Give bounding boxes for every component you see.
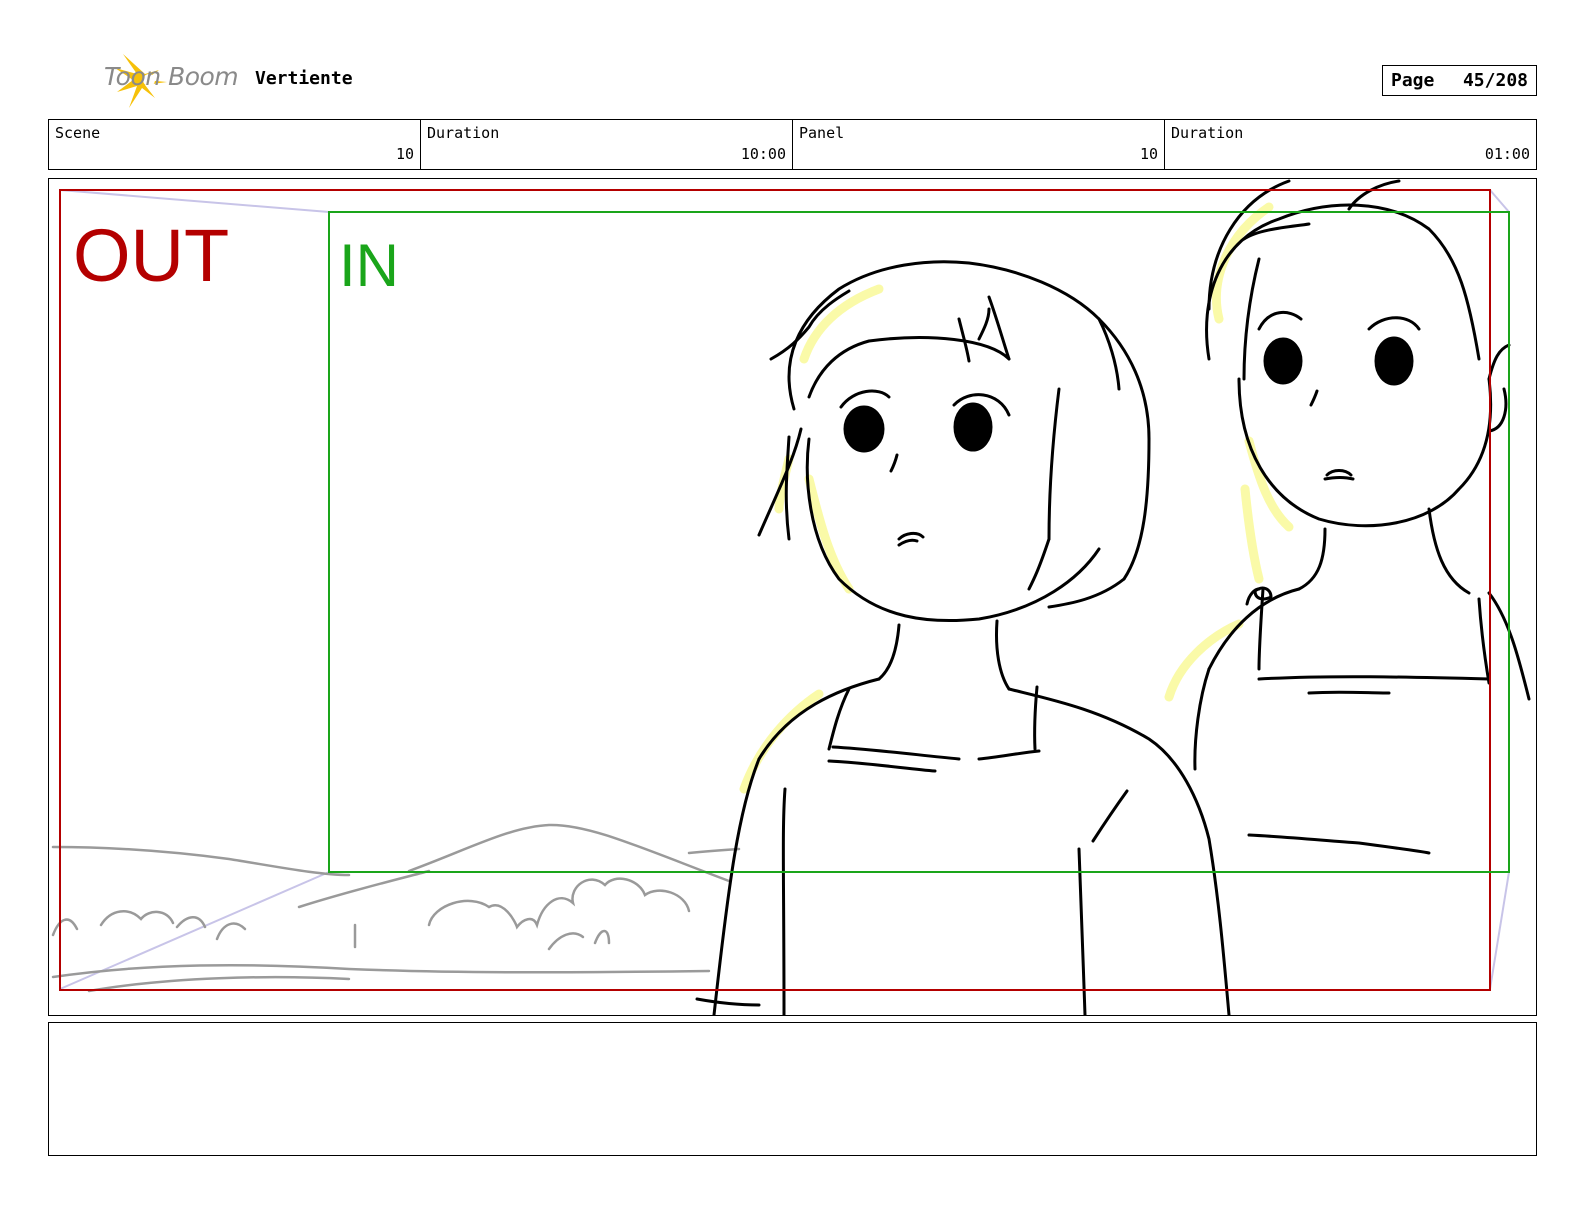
out-frame: [59, 189, 1491, 991]
panel-sketch: [51, 179, 1531, 1015]
page-indicator: Page 45/208: [1382, 65, 1537, 96]
scene-duration-label: Duration: [427, 124, 500, 142]
scene-info-table: Scene 10 Duration 10:00 Panel 10 Duratio…: [48, 119, 1537, 170]
character-left: [695, 260, 1231, 1015]
panel-duration-value: 01:00: [1484, 145, 1530, 163]
storyboard-panel: OUT IN: [48, 178, 1537, 1016]
page-label: Page: [1391, 70, 1435, 91]
scene-cell: Scene 10: [49, 120, 421, 169]
scene-label: Scene: [55, 124, 101, 142]
scene-duration-cell: Duration 10:00: [421, 120, 793, 169]
out-frame-label: OUT: [73, 214, 230, 297]
logo-text: Toon Boom: [104, 62, 239, 91]
background-landscape: [51, 823, 741, 993]
scene-duration-value: 10:00: [740, 145, 786, 163]
panel-notes-area: [48, 1022, 1537, 1156]
project-title: Vertiente: [255, 68, 353, 89]
scene-value: 10: [395, 145, 414, 163]
page-number: 45/208: [1462, 70, 1528, 91]
panel-cell: Panel 10: [793, 120, 1165, 169]
in-frame-label: IN: [339, 232, 399, 299]
highlight-shading: [739, 202, 1294, 794]
panel-duration-cell: Duration 01:00: [1165, 120, 1536, 169]
panel-duration-label: Duration: [1171, 124, 1244, 142]
in-frame: [328, 211, 1510, 873]
panel-label: Panel: [799, 124, 845, 142]
panel-value: 10: [1139, 145, 1158, 163]
